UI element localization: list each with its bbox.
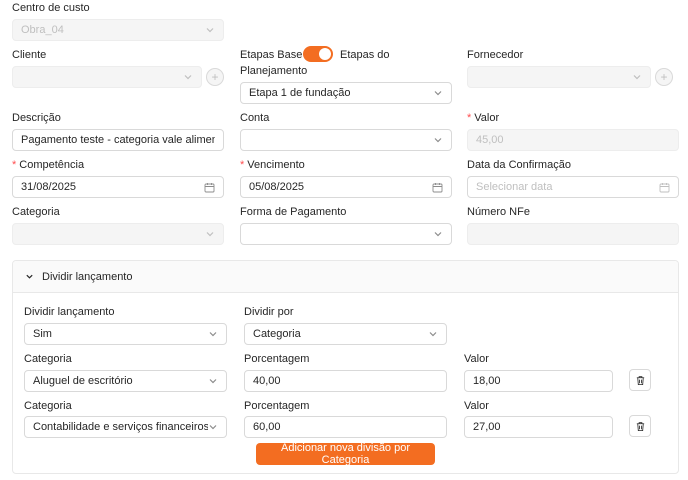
descricao-value: Pagamento teste - categoria vale aliment… — [21, 134, 215, 146]
chevron-down-icon — [205, 229, 215, 239]
split-valor-input[interactable]: 27,00 — [464, 416, 613, 438]
add-split-button[interactable]: Adicionar nova divisão por Categoria — [256, 442, 435, 466]
vencimento-label-text: Vencimento — [247, 159, 305, 171]
etapas-planejamento-label: Etapas do — [340, 49, 390, 61]
chevron-down-icon — [208, 422, 218, 432]
numero-nfe-input[interactable] — [467, 223, 679, 245]
etapa-value: Etapa 1 de fundação — [249, 87, 351, 99]
valor-label-text: Valor — [474, 112, 500, 124]
delete-split-button[interactable] — [629, 415, 651, 437]
etapas-base-label: Etapas Base — [240, 49, 303, 61]
split-porcentagem-label: Porcentagem — [244, 400, 310, 412]
split-valor-input[interactable]: 18,00 — [464, 370, 613, 392]
split-categoria-label: Categoria — [24, 353, 72, 365]
dividir-value: Sim — [33, 328, 52, 340]
forma-pagamento-label: Forma de Pagamento — [240, 206, 347, 218]
chevron-down-icon — [183, 72, 193, 82]
required-mark: * — [467, 112, 472, 124]
centro-custo-value: Obra_04 — [21, 24, 64, 36]
required-mark: * — [12, 159, 17, 171]
split-valor-label: Valor — [464, 353, 489, 365]
trash-icon — [636, 421, 644, 431]
delete-split-button[interactable] — [629, 369, 651, 391]
chevron-down-icon — [433, 88, 443, 98]
data-confirmacao-date-picker[interactable]: Selecionar data — [467, 176, 679, 198]
split-categoria-label: Categoria — [24, 400, 72, 412]
fornecedor-label: Fornecedor — [467, 49, 524, 61]
competencia-label-text: Competência — [19, 159, 85, 171]
cliente-select[interactable] — [12, 66, 202, 88]
chevron-down-icon — [208, 376, 218, 386]
etapa-select[interactable]: Etapa 1 de fundação — [240, 82, 452, 104]
conta-label: Conta — [240, 112, 270, 124]
vencimento-value: 05/08/2025 — [249, 181, 305, 193]
data-confirmacao-label: Data da Confirmação — [467, 159, 571, 171]
etapas-planejamento-label-2: Planejamento — [240, 65, 308, 77]
dividir-lancamento-title: Dividir lançamento — [42, 270, 133, 283]
chevron-down-icon — [205, 25, 215, 35]
dividir-label: Dividir lançamento — [24, 306, 115, 318]
competencia-value: 31/08/2025 — [21, 181, 77, 193]
dividir-select[interactable]: Sim — [24, 323, 227, 345]
split-porcentagem-label: Porcentagem — [244, 353, 310, 365]
chevron-down-icon — [433, 229, 443, 239]
competencia-date-picker[interactable]: 31/08/2025 — [12, 176, 224, 198]
chevron-down-icon — [632, 72, 642, 82]
split-porcentagem-input[interactable]: 60,00 — [244, 416, 447, 438]
dividir-por-value: Categoria — [253, 328, 301, 340]
calendar-icon — [432, 182, 443, 192]
split-categoria-value: Aluguel de escritório — [33, 375, 133, 387]
categoria-label: Categoria — [12, 206, 60, 218]
split-valor-label: Valor — [464, 400, 489, 412]
add-fornecedor-plus-icon[interactable]: + — [655, 68, 673, 86]
centro-custo-label: Centro de custo — [12, 2, 90, 14]
split-porcentagem-value: 60,00 — [253, 421, 281, 433]
split-categoria-value: Contabilidade e serviços financeiros — [33, 421, 208, 433]
vencimento-label: * Vencimento — [240, 158, 305, 172]
dividir-lancamento-header[interactable]: Dividir lançamento — [13, 261, 678, 293]
split-porcentagem-value: 40,00 — [253, 375, 281, 387]
split-categoria-select[interactable]: Aluguel de escritório — [24, 370, 227, 392]
chevron-down-icon — [208, 329, 218, 339]
valor-label: * Valor — [467, 111, 499, 125]
forma-pagamento-select[interactable] — [240, 223, 452, 245]
split-categoria-select[interactable]: Contabilidade e serviços financeiros — [24, 416, 227, 438]
data-confirmacao-placeholder: Selecionar data — [476, 181, 553, 193]
add-cliente-plus-icon[interactable]: + — [206, 68, 224, 86]
dividir-por-label: Dividir por — [244, 306, 294, 318]
etapas-toggle[interactable] — [303, 46, 333, 62]
calendar-icon — [659, 182, 670, 192]
valor-input[interactable]: 45,00 — [467, 129, 679, 151]
categoria-select[interactable] — [12, 223, 224, 245]
dividir-por-select[interactable]: Categoria — [244, 323, 447, 345]
conta-select[interactable] — [240, 129, 452, 151]
split-valor-value: 18,00 — [473, 375, 501, 387]
competencia-label: * Competência — [12, 158, 84, 172]
calendar-icon — [204, 182, 215, 192]
chevron-down-icon — [433, 135, 443, 145]
vencimento-date-picker[interactable]: 05/08/2025 — [240, 176, 452, 198]
chevron-down-icon — [428, 329, 438, 339]
cliente-label: Cliente — [12, 49, 47, 61]
chevron-down-icon — [26, 274, 33, 279]
descricao-input[interactable]: Pagamento teste - categoria vale aliment… — [12, 129, 224, 151]
required-mark: * — [240, 159, 245, 171]
numero-nfe-label: Número NFe — [467, 206, 530, 218]
trash-icon — [636, 375, 644, 385]
centro-custo-select[interactable]: Obra_04 — [12, 19, 224, 41]
fornecedor-select[interactable] — [467, 66, 651, 88]
valor-value: 45,00 — [476, 134, 504, 146]
descricao-label: Descrição — [12, 112, 61, 124]
split-porcentagem-input[interactable]: 40,00 — [244, 370, 447, 392]
split-valor-value: 27,00 — [473, 421, 501, 433]
